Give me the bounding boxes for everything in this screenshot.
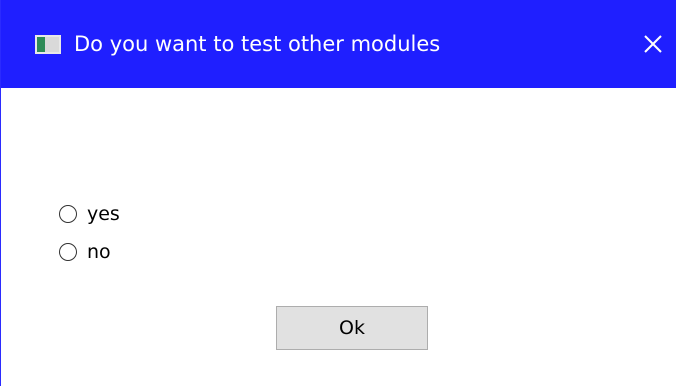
radio-button-no[interactable] — [59, 243, 77, 261]
radio-label-no: no — [87, 241, 111, 263]
radio-option-yes[interactable]: yes — [59, 202, 120, 226]
close-icon — [644, 35, 662, 53]
radio-label-yes: yes — [87, 203, 120, 225]
radio-option-no[interactable]: no — [59, 240, 111, 264]
dialog-content: yes no Ok — [1, 88, 676, 386]
dialog-window: Do you want to test other modules yes no… — [0, 0, 676, 386]
close-button[interactable] — [629, 20, 676, 68]
radio-button-yes[interactable] — [59, 205, 77, 223]
window-app-icon — [35, 35, 61, 54]
window-title: Do you want to test other modules — [74, 32, 441, 56]
ok-button[interactable]: Ok — [276, 306, 428, 350]
title-bar[interactable]: Do you want to test other modules — [1, 0, 676, 88]
